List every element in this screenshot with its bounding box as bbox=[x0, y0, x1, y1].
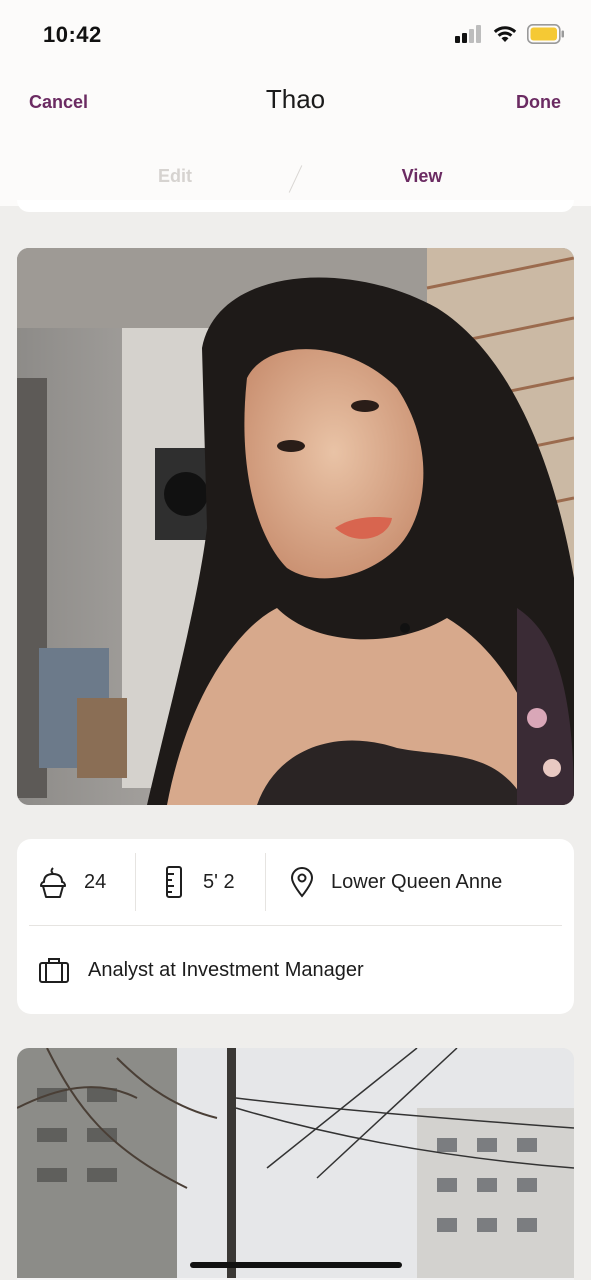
status-bar: 10:42 bbox=[0, 0, 591, 70]
second-photo-image bbox=[17, 1048, 574, 1280]
tab-edit[interactable]: Edit bbox=[135, 166, 215, 187]
divider bbox=[135, 853, 136, 911]
ruler-icon bbox=[166, 866, 182, 898]
cupcake-icon bbox=[40, 867, 66, 898]
divider bbox=[265, 853, 266, 911]
job-row: Analyst at Investment Manager bbox=[17, 926, 574, 1014]
location-item: Lower Queen Anne bbox=[289, 839, 502, 925]
battery-icon bbox=[527, 24, 564, 44]
page-title: Thao bbox=[265, 84, 326, 114]
profile-photo-image bbox=[17, 248, 574, 805]
tab-view[interactable]: View bbox=[382, 166, 462, 187]
location-label: Lower Queen Anne bbox=[331, 870, 503, 893]
wifi-icon bbox=[493, 26, 517, 42]
home-indicator bbox=[190, 1262, 402, 1268]
profile-photo[interactable] bbox=[17, 248, 574, 805]
header: Cancel Thao Done Edit View bbox=[0, 70, 591, 206]
age-item: 24 bbox=[39, 839, 106, 925]
profile-info-card: 24 5' 2 Lower Queen Anne Analyst at Inve… bbox=[17, 839, 574, 1014]
status-icons bbox=[455, 24, 565, 44]
height-item: 5' 2 bbox=[164, 839, 235, 925]
briefcase-icon bbox=[39, 958, 69, 983]
tab-divider bbox=[288, 165, 303, 193]
done-button[interactable]: Done bbox=[516, 92, 561, 113]
job-label: Analyst at Investment Manager bbox=[88, 958, 364, 981]
location-pin-icon bbox=[290, 867, 314, 898]
second-photo[interactable] bbox=[17, 1048, 574, 1280]
previous-card-edge bbox=[0, 200, 591, 214]
basics-row: 24 5' 2 Lower Queen Anne bbox=[17, 839, 574, 925]
age-label: 24 bbox=[84, 870, 107, 893]
status-time: 10:42 bbox=[43, 22, 102, 47]
signal-icon bbox=[455, 25, 481, 43]
height-label: 5' 2 bbox=[203, 870, 235, 893]
